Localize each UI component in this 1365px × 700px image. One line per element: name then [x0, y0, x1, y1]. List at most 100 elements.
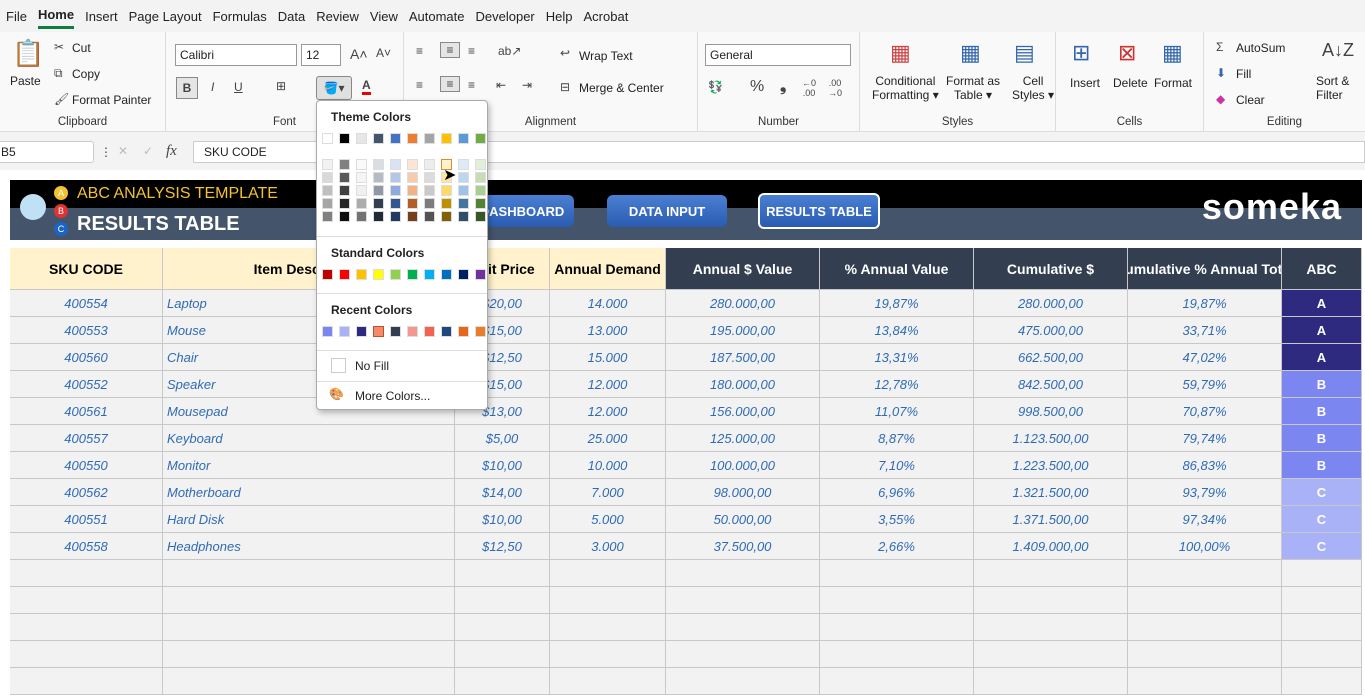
header-cell[interactable]: SKU CODE	[10, 248, 163, 290]
empty-cell[interactable]	[666, 668, 820, 695]
table-cell[interactable]: 400552	[10, 371, 163, 398]
theme-shade-swatch[interactable]	[390, 198, 401, 209]
theme-shade-swatch[interactable]	[407, 159, 418, 170]
table-cell[interactable]: 125.000,00	[666, 425, 820, 452]
align-right-icon[interactable]: ≡	[468, 78, 475, 92]
sort-filter-button[interactable]: Sort & Filter	[1316, 74, 1349, 102]
table-cell[interactable]: 187.500,00	[666, 344, 820, 371]
header-cell[interactable]: % Annual Value	[820, 248, 974, 290]
menu-file[interactable]: File	[6, 5, 27, 28]
bold-icon[interactable]: B	[176, 77, 198, 99]
empty-cell[interactable]	[1128, 614, 1282, 641]
empty-cell[interactable]	[455, 560, 550, 587]
empty-cell[interactable]	[550, 560, 666, 587]
theme-shade-swatch[interactable]	[407, 185, 418, 196]
table-cell[interactable]: 3.000	[550, 533, 666, 560]
table-cell[interactable]: B	[1282, 425, 1362, 452]
table-cell[interactable]: B	[1282, 452, 1362, 479]
theme-shade-swatch[interactable]	[390, 211, 401, 222]
table-cell[interactable]: A	[1282, 290, 1362, 317]
theme-shade-swatch[interactable]	[373, 172, 384, 183]
table-cell[interactable]: 6,96%	[820, 479, 974, 506]
empty-cell[interactable]	[10, 560, 163, 587]
orientation-icon[interactable]: ab↗	[498, 44, 521, 58]
standard-color-swatch[interactable]	[373, 269, 384, 280]
theme-shade-swatch[interactable]	[441, 211, 452, 222]
table-cell[interactable]: 2,66%	[820, 533, 974, 560]
table-cell[interactable]: B	[1282, 398, 1362, 425]
theme-shade-swatch[interactable]	[322, 159, 333, 170]
empty-cell[interactable]	[666, 560, 820, 587]
theme-color-swatch[interactable]	[458, 133, 469, 144]
empty-cell[interactable]	[455, 641, 550, 668]
empty-cell[interactable]	[455, 614, 550, 641]
theme-shade-swatch[interactable]	[441, 185, 452, 196]
comma-icon[interactable]: ❟	[780, 78, 786, 96]
table-cell[interactable]: 15.000	[550, 344, 666, 371]
theme-shade-swatch[interactable]	[424, 198, 435, 209]
empty-cell[interactable]	[1128, 560, 1282, 587]
enter-icon[interactable]: ✓	[143, 144, 153, 158]
table-cell[interactable]: 1.321.500,00	[974, 479, 1128, 506]
align-left-icon[interactable]: ≡	[416, 78, 423, 92]
table-cell[interactable]: $12,50	[455, 533, 550, 560]
copy-button[interactable]: Copy	[72, 67, 100, 81]
theme-shade-swatch[interactable]	[458, 172, 469, 183]
theme-color-swatch[interactable]	[390, 133, 401, 144]
table-cell[interactable]: 400553	[10, 317, 163, 344]
table-cell[interactable]: 10.000	[550, 452, 666, 479]
table-cell[interactable]: Motherboard	[163, 479, 455, 506]
theme-shade-swatch[interactable]	[356, 172, 367, 183]
standard-color-swatch[interactable]	[458, 269, 469, 280]
paste-icon[interactable]: 📋	[12, 38, 44, 69]
recent-color-swatch[interactable]	[407, 326, 418, 337]
table-cell[interactable]: 12,78%	[820, 371, 974, 398]
increase-indent-icon[interactable]: ⇥	[522, 78, 532, 92]
theme-shade-swatch[interactable]	[475, 211, 486, 222]
table-cell[interactable]: Headphones	[163, 533, 455, 560]
empty-cell[interactable]	[666, 587, 820, 614]
autosum-button[interactable]: AutoSum	[1236, 41, 1285, 55]
standard-color-swatch[interactable]	[322, 269, 333, 280]
table-cell[interactable]: 842.500,00	[974, 371, 1128, 398]
empty-cell[interactable]	[1282, 614, 1362, 641]
standard-color-swatch[interactable]	[407, 269, 418, 280]
empty-cell[interactable]	[820, 641, 974, 668]
theme-shade-swatch[interactable]	[339, 198, 350, 209]
increase-decimal-icon[interactable]: ←0.00	[802, 78, 816, 98]
increase-font-icon[interactable]: A˄	[350, 46, 368, 62]
table-cell[interactable]: 13,84%	[820, 317, 974, 344]
table-cell[interactable]: 400550	[10, 452, 163, 479]
table-cell[interactable]: 12.000	[550, 371, 666, 398]
table-cell[interactable]: 5.000	[550, 506, 666, 533]
align-top-icon[interactable]: ≡	[416, 44, 423, 58]
borders-icon[interactable]: ⊞	[276, 79, 286, 93]
theme-shade-swatch[interactable]	[475, 185, 486, 196]
empty-cell[interactable]	[974, 614, 1128, 641]
menu-data[interactable]: Data	[278, 5, 305, 28]
table-cell[interactable]: 400554	[10, 290, 163, 317]
recent-color-swatch[interactable]	[339, 326, 350, 337]
theme-shade-swatch[interactable]	[441, 198, 452, 209]
decrease-font-icon[interactable]: A˅	[376, 46, 391, 60]
empty-cell[interactable]	[550, 614, 666, 641]
menu-acrobat[interactable]: Acrobat	[584, 5, 629, 28]
header-cell[interactable]: Annual $ Value	[666, 248, 820, 290]
align-middle-icon[interactable]: ≡	[440, 42, 460, 58]
empty-cell[interactable]	[10, 587, 163, 614]
standard-color-swatch[interactable]	[390, 269, 401, 280]
recent-color-swatch[interactable]	[390, 326, 401, 337]
table-cell[interactable]: 1.371.500,00	[974, 506, 1128, 533]
table-cell[interactable]: 180.000,00	[666, 371, 820, 398]
empty-cell[interactable]	[163, 668, 455, 695]
empty-cell[interactable]	[163, 560, 455, 587]
table-cell[interactable]: 11,07%	[820, 398, 974, 425]
number-format-select[interactable]: General	[705, 44, 851, 66]
header-cell[interactable]: Cumulative % Annual Total	[1128, 248, 1282, 290]
standard-color-swatch[interactable]	[339, 269, 350, 280]
empty-cell[interactable]	[666, 641, 820, 668]
theme-color-swatch[interactable]	[475, 133, 486, 144]
standard-color-swatch[interactable]	[424, 269, 435, 280]
table-cell[interactable]: 280.000,00	[666, 290, 820, 317]
theme-color-swatch[interactable]	[373, 133, 384, 144]
